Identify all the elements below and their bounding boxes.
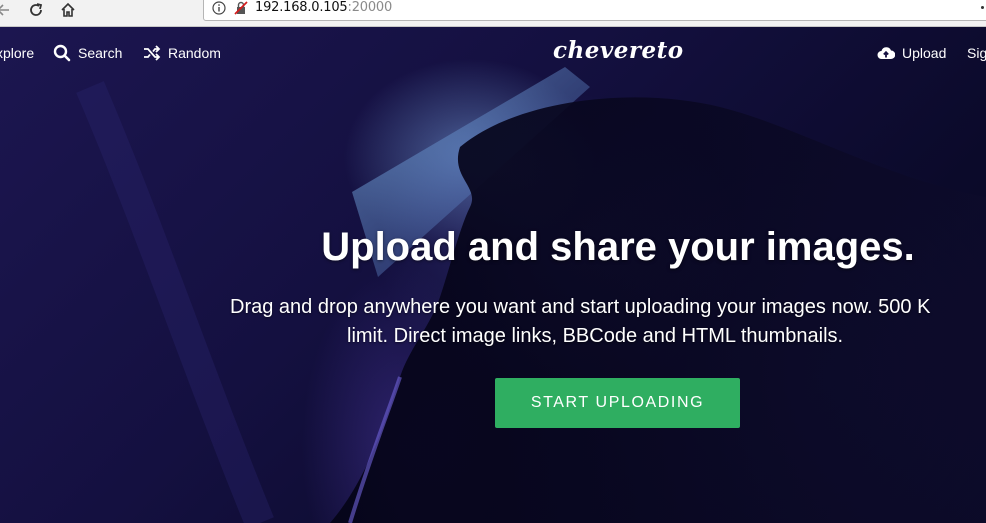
info-icon[interactable] — [211, 0, 227, 16]
nav-signin[interactable]: Sig — [967, 44, 986, 62]
nav-upload[interactable]: Upload — [877, 44, 946, 62]
nav-explore-label: xplore — [0, 45, 35, 61]
hero-subline: Drag and drop anywhere you want and star… — [230, 293, 986, 351]
nav-random-label: Random — [168, 45, 221, 61]
shuffle-icon — [143, 44, 161, 62]
cloud-upload-icon — [877, 44, 895, 62]
nav-signin-label: Sig — [967, 45, 986, 61]
hero-section: xplore Search Random chevereto Upload Si… — [0, 27, 986, 523]
nav-search[interactable]: Search — [53, 44, 122, 62]
reload-icon[interactable] — [25, 0, 47, 20]
menu-dots-icon[interactable] — [981, 6, 984, 9]
insecure-lock-icon[interactable] — [233, 0, 249, 16]
search-icon — [53, 44, 71, 62]
browser-toolbar: 192.168.0.105:20000 — [0, 0, 986, 27]
hero-headline: Upload and share your images. — [321, 225, 915, 269]
url-port: :20000 — [347, 0, 393, 15]
nav-random[interactable]: Random — [143, 44, 221, 62]
hero-subline-line-1: Drag and drop anywhere you want and star… — [230, 296, 931, 318]
nav-search-label: Search — [78, 45, 123, 61]
nav-upload-label: Upload — [902, 45, 947, 61]
hero-background-image — [76, 67, 986, 523]
home-icon[interactable] — [57, 0, 79, 20]
url-host: 192.168.0.105 — [255, 0, 348, 15]
address-bar[interactable]: 192.168.0.105:20000 — [203, 0, 986, 21]
hero-subline-line-2: limit. Direct image links, BBCode and HT… — [347, 325, 844, 347]
start-uploading-button[interactable]: START UPLOADING — [495, 378, 740, 428]
chevereto-logo[interactable]: chevereto — [553, 37, 684, 64]
nav-explore[interactable]: xplore — [0, 44, 34, 62]
site-navbar: xplore Search Random chevereto Upload Si… — [0, 27, 986, 79]
back-arrow-icon[interactable] — [0, 0, 14, 20]
